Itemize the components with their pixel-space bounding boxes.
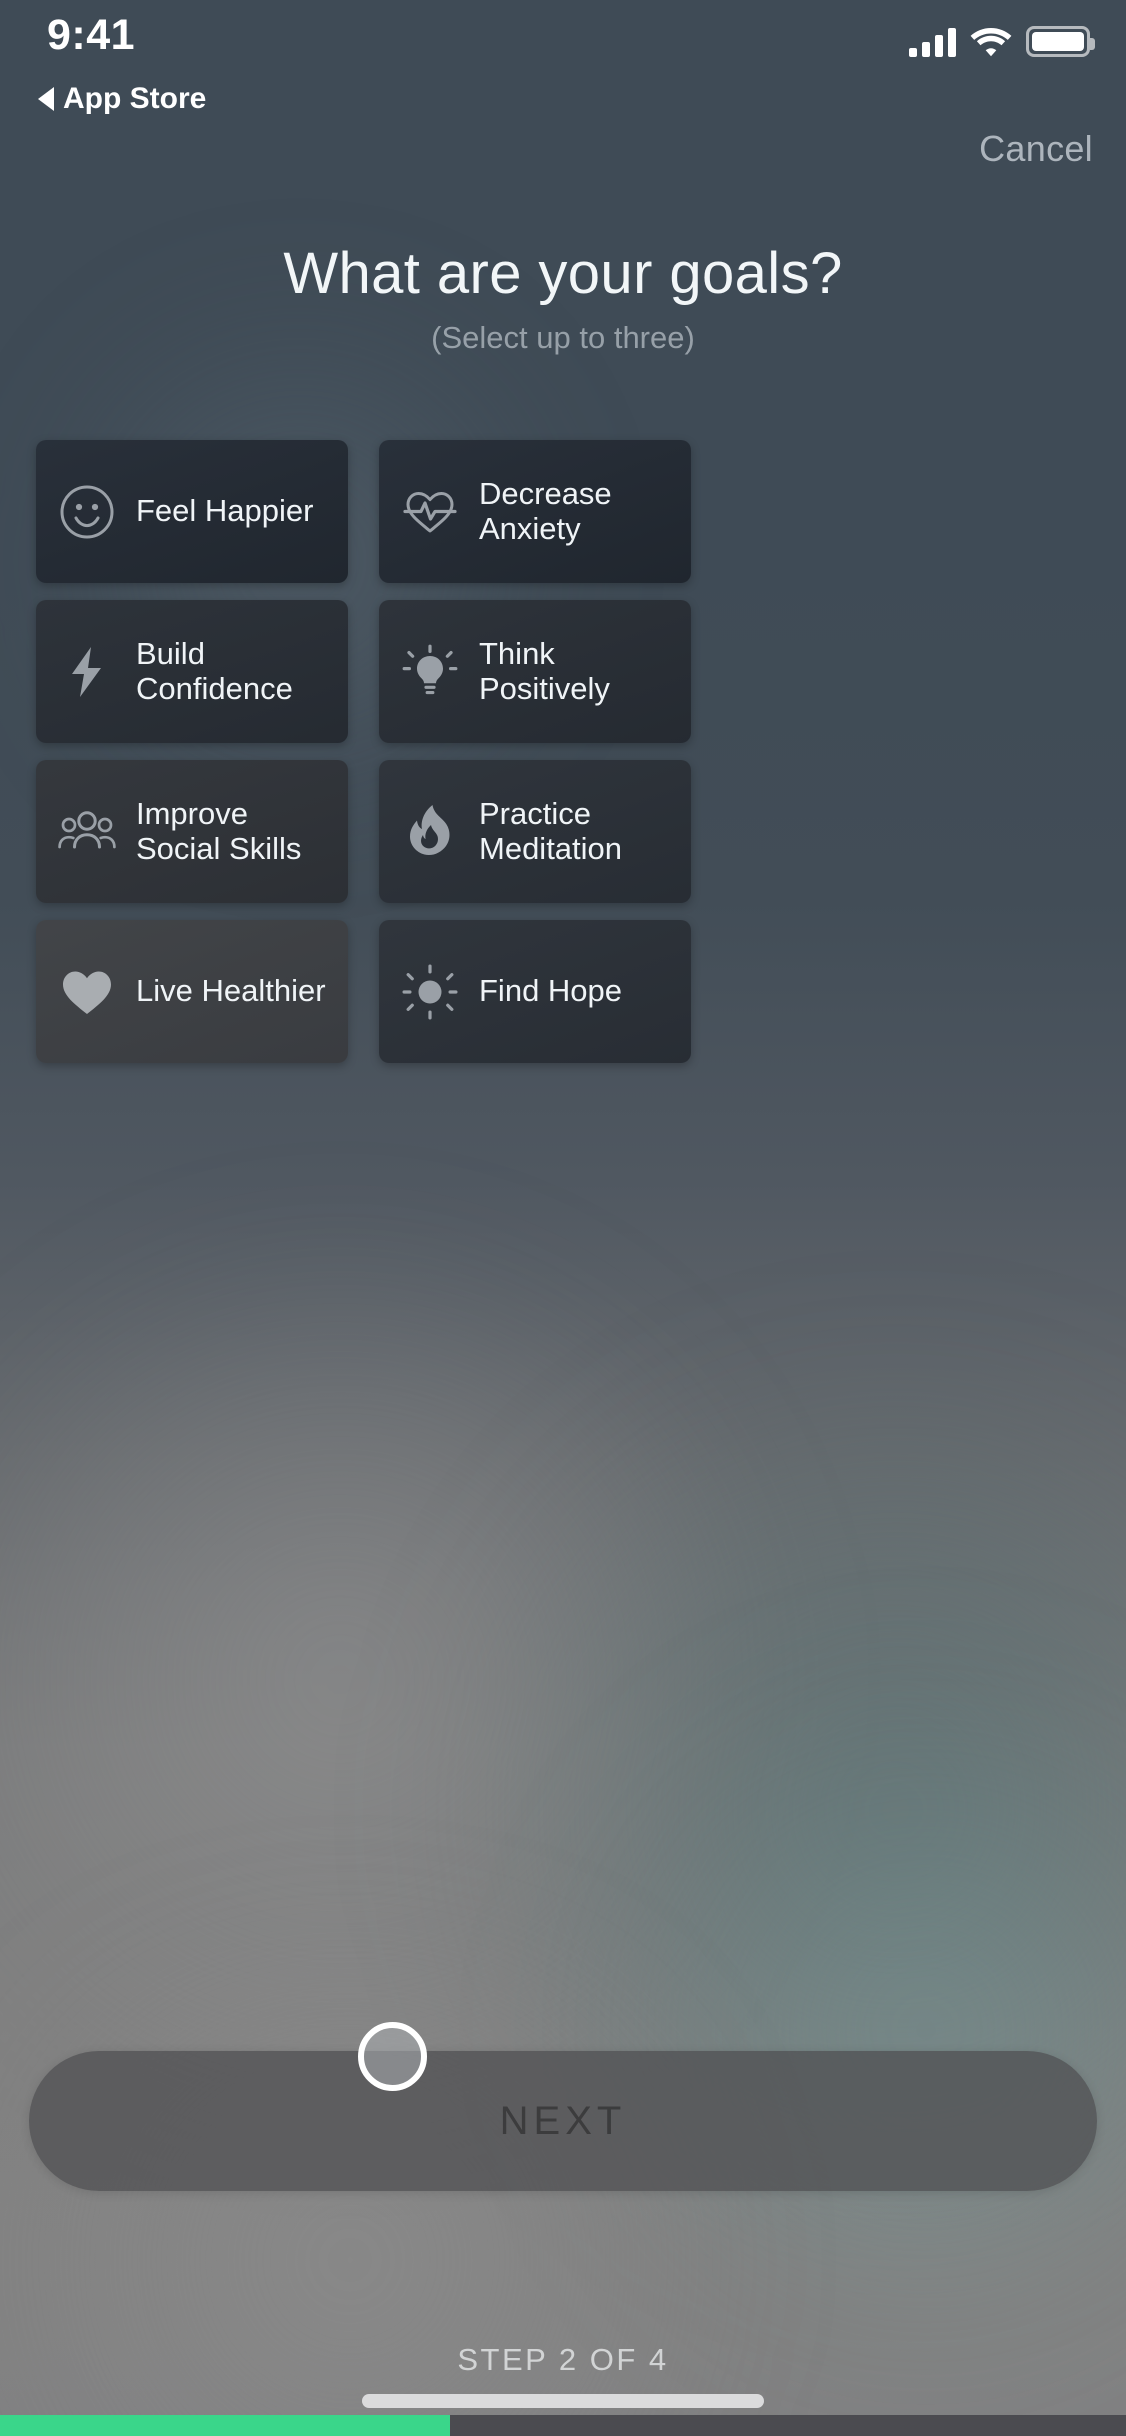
lightbulb-icon xyxy=(399,641,461,703)
status-icons xyxy=(909,26,1095,57)
goal-card-build-confidence[interactable]: Build Confidence xyxy=(36,600,348,743)
next-button-label: NEXT xyxy=(499,2098,627,2143)
cancel-button[interactable]: Cancel xyxy=(979,128,1093,170)
goal-card-practice-meditation[interactable]: Practice Meditation xyxy=(379,760,691,903)
status-time: 9:41 xyxy=(47,11,136,59)
goal-label: Decrease Anxiety xyxy=(479,475,612,546)
goal-card-improve-social-skills[interactable]: Improve Social Skills xyxy=(36,760,348,903)
back-link-label: App Store xyxy=(63,82,207,115)
progress-bar-track xyxy=(0,2415,1126,2436)
cellular-signal-icon xyxy=(909,27,956,57)
home-indicator[interactable] xyxy=(362,2394,764,2408)
goal-label: Think Positively xyxy=(479,635,610,706)
back-triangle-icon xyxy=(38,87,54,111)
smiley-face-icon xyxy=(56,481,118,543)
goal-label: Improve Social Skills xyxy=(136,795,302,866)
goal-options-grid: Feel Happier Decrease Anxiety Build Conf… xyxy=(36,440,1090,1063)
next-button[interactable]: NEXT xyxy=(29,2051,1097,2191)
goal-label: Find Hope xyxy=(479,973,623,1009)
goal-label: Build Confidence xyxy=(136,635,293,706)
goal-label: Practice Meditation xyxy=(479,795,623,866)
goal-label: Live Healthier xyxy=(136,973,326,1009)
goal-card-live-healthier[interactable]: Live Healthier xyxy=(36,920,348,1063)
phone-screen: 9:41 App Store Cancel What are your goal… xyxy=(0,0,1126,2436)
step-indicator: STEP 2 OF 4 xyxy=(457,2342,669,2377)
lightning-bolt-icon xyxy=(56,641,118,703)
battery-icon xyxy=(1026,26,1095,57)
goal-card-decrease-anxiety[interactable]: Decrease Anxiety xyxy=(379,440,691,583)
page-title: What are your goals? xyxy=(283,241,843,306)
goal-card-feel-happier[interactable]: Feel Happier xyxy=(36,440,348,583)
wifi-icon xyxy=(970,28,1012,57)
goal-card-find-hope[interactable]: Find Hope xyxy=(379,920,691,1063)
goal-card-think-positively[interactable]: Think Positively xyxy=(379,600,691,743)
touch-cursor xyxy=(358,2022,427,2091)
progress-bar-fill xyxy=(0,2415,451,2436)
sun-icon xyxy=(399,961,461,1023)
heart-filled-icon xyxy=(56,961,118,1023)
goal-label: Feel Happier xyxy=(136,493,314,529)
people-group-icon xyxy=(56,801,118,863)
heart-pulse-icon xyxy=(399,481,461,543)
flame-icon xyxy=(399,801,461,863)
page-subtitle: (Select up to three) xyxy=(431,320,695,355)
back-to-app-store-link[interactable]: App Store xyxy=(38,82,206,116)
